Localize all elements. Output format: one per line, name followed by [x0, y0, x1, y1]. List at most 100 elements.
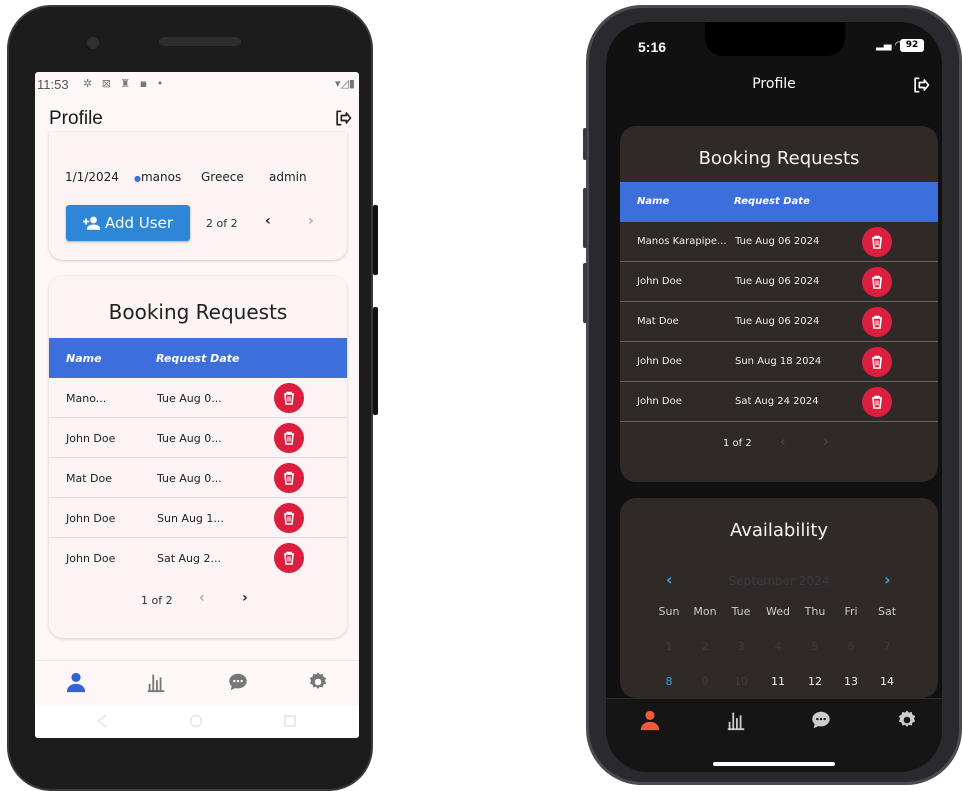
delete-button[interactable] [274, 463, 304, 493]
user-name-cell: ●manos [134, 170, 181, 184]
calendar-next-month-icon[interactable]: › [884, 570, 891, 589]
system-home-icon[interactable] [189, 714, 203, 728]
nav-stats-icon[interactable] [725, 709, 747, 731]
volume-button [373, 307, 378, 415]
online-dot-icon: ● [134, 174, 141, 183]
calendar-day-disabled: 10 [734, 675, 748, 688]
nav-chat-icon[interactable] [810, 709, 832, 731]
delete-button[interactable] [862, 347, 892, 377]
table-row: Mat Doe Tue Aug 06 2024 [620, 302, 938, 342]
row-date: Tue Aug 06 2024 [735, 236, 820, 247]
booking-next-page-icon[interactable]: › [242, 590, 248, 606]
booking-pager-text: 1 of 2 [723, 438, 752, 449]
nav-profile-icon[interactable] [65, 671, 87, 693]
table-row: Mat Doe Tue Aug 0... [49, 458, 347, 498]
calendar-day-today[interactable]: 8 [651, 675, 687, 688]
weekday-label: Fri [844, 605, 858, 618]
row-name: Mat Doe [637, 316, 679, 327]
col-header-name: Name [66, 352, 102, 365]
delete-button[interactable] [862, 307, 892, 337]
nav-chat-icon[interactable] [227, 671, 249, 693]
mute-switch [583, 128, 587, 160]
table-row: John Doe Tue Aug 0... [49, 418, 347, 458]
nav-profile-icon[interactable] [639, 709, 661, 731]
users-pager-text: 2 of 2 [206, 217, 238, 230]
delete-button[interactable] [862, 227, 892, 257]
table-row: Mano... Tue Aug 0... [49, 378, 347, 418]
delete-button[interactable] [274, 423, 304, 453]
nav-settings-icon[interactable] [896, 709, 918, 731]
iphone-screen: 5:16 ▂▄ ◠ 92 Profile Booking Requests Na… [606, 22, 942, 772]
iphone-device-frame: 5:16 ▂▄ ◠ 92 Profile Booking Requests Na… [583, 5, 962, 785]
booking-requests-title: Booking Requests [108, 300, 288, 324]
calendar-day[interactable]: 11 [760, 675, 796, 688]
front-camera [87, 37, 99, 49]
trash-icon [872, 355, 882, 369]
android-system-nav [35, 706, 359, 738]
nav-stats-icon[interactable] [145, 671, 167, 693]
add-user-button[interactable]: Add User [66, 205, 190, 241]
page-title: Profile [49, 108, 103, 129]
system-recents-icon[interactable] [283, 714, 297, 728]
delete-button[interactable] [274, 383, 304, 413]
booking-next-page-icon[interactable]: › [823, 434, 829, 450]
trash-icon [284, 511, 294, 525]
android-screen: 11:53 ✲ ⊠ ♜ ▪ • ▾◿▮ Profile 1/1/2024 ●ma… [35, 72, 359, 738]
row-date: Tue Aug 0... [157, 472, 222, 485]
volume-up-button [583, 188, 587, 248]
delete-button[interactable] [862, 387, 892, 417]
logout-icon[interactable] [333, 108, 353, 128]
row-name: John Doe [66, 432, 116, 445]
status-time: 11:53 [37, 77, 69, 92]
volume-down-button [583, 263, 587, 323]
calendar-day-disabled: 9 [701, 675, 709, 688]
trash-icon [284, 391, 294, 405]
row-date: Tue Aug 06 2024 [735, 316, 820, 327]
booking-table-header: Name Request Date [49, 338, 347, 378]
user-name: manos [140, 170, 182, 184]
row-name: Mat Doe [66, 472, 113, 485]
status-time: 5:16 [638, 39, 667, 55]
table-row: John Doe Sun Aug 1... [49, 498, 347, 538]
availability-title: Availability [729, 520, 829, 541]
calendar-day[interactable]: 14 [869, 675, 905, 688]
delete-button[interactable] [862, 267, 892, 297]
booking-requests-card: Booking Requests Name Request Date Mano.… [49, 276, 347, 638]
user-date: 1/1/2024 [65, 170, 119, 184]
bottom-nav [606, 698, 942, 772]
trash-icon [284, 551, 294, 565]
booking-prev-page-icon[interactable]: ‹ [780, 434, 786, 450]
weekday-label: Sat [877, 605, 897, 618]
weekday-label: Tue [731, 605, 751, 618]
battery-icon: 92 [900, 39, 924, 52]
row-name: John Doe [66, 512, 116, 525]
calendar-day[interactable]: 13 [833, 675, 869, 688]
add-person-icon [83, 216, 101, 230]
booking-prev-page-icon[interactable]: ‹ [199, 590, 205, 606]
bottom-nav [35, 660, 359, 706]
table-row: John Doe Sun Aug 18 2024 [620, 342, 938, 382]
home-indicator[interactable] [713, 762, 835, 766]
table-row: John Doe Sat Aug 2... [49, 538, 347, 578]
delete-button[interactable] [274, 543, 304, 573]
logout-icon[interactable] [911, 75, 931, 95]
calendar-day-disabled: 7 [883, 640, 891, 653]
booking-table-header: Name Request Date [620, 182, 938, 222]
col-header-date: Request Date [734, 196, 810, 207]
trash-icon [284, 431, 294, 445]
nav-settings-icon[interactable] [307, 671, 329, 693]
row-date: Sat Aug 24 2024 [735, 396, 819, 407]
row-date: Sun Aug 18 2024 [735, 356, 822, 367]
users-prev-page-icon[interactable]: ‹ [265, 213, 271, 229]
trash-icon [872, 275, 882, 289]
weekday-label: Mon [693, 605, 717, 618]
delete-button[interactable] [274, 503, 304, 533]
trash-icon [284, 471, 294, 485]
calendar-day-disabled: 4 [774, 640, 782, 653]
calendar-day[interactable]: 12 [797, 675, 833, 688]
users-next-page-icon[interactable]: › [308, 213, 314, 229]
row-date: Tue Aug 06 2024 [735, 276, 820, 287]
trash-icon [872, 235, 882, 249]
calendar-day-disabled: 2 [701, 640, 709, 653]
system-back-icon[interactable] [95, 714, 109, 728]
